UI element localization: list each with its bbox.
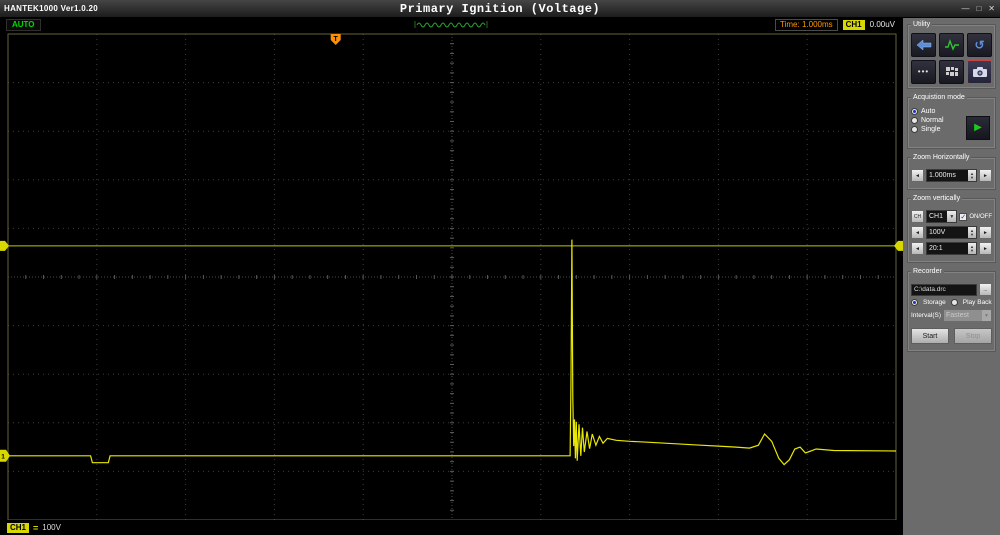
timebase-value: 1.000ms bbox=[929, 172, 956, 179]
acquisition-label: Acquistion mode bbox=[911, 93, 967, 102]
radio-auto-label: Auto bbox=[921, 108, 935, 115]
timebase-spinner[interactable]: ▲▼ bbox=[968, 170, 976, 181]
rotate-icon: ↺ bbox=[974, 39, 984, 51]
scope-column: AUTO Time: 1.000ms CH1 0.00uV bbox=[0, 18, 903, 535]
record-path-input[interactable]: C:\data.drc bbox=[911, 284, 977, 296]
probe-decrease-button[interactable]: ◄ bbox=[911, 242, 924, 255]
volts-increase-button[interactable]: ► bbox=[979, 226, 992, 239]
radio-storage-label: Storage bbox=[923, 299, 946, 306]
ch1-badge[interactable]: CH1 bbox=[7, 523, 29, 533]
channel-arrow-label: 1 bbox=[1, 453, 5, 460]
radio-auto[interactable] bbox=[911, 108, 918, 115]
more-button[interactable]: ••• bbox=[911, 60, 936, 84]
zoom-vertical-label: Zoom vertically bbox=[911, 194, 962, 203]
volts-select[interactable]: 100V ▲▼ bbox=[926, 226, 977, 239]
camera-icon bbox=[972, 66, 988, 78]
stop-button: Stop bbox=[954, 328, 992, 344]
probe-increase-button[interactable]: ► bbox=[979, 242, 992, 255]
zoom-vertical-group: Zoom vertically CH CH1 ▼ ✓ ON/OFF ◄ 100V… bbox=[907, 198, 996, 263]
channel-button-label: CH bbox=[914, 214, 921, 220]
app-title: HANTEK1000 Ver1.0.20 bbox=[4, 4, 98, 13]
spin-down-icon: ▼ bbox=[970, 249, 974, 253]
interval-select: Fastest ▼ bbox=[943, 309, 992, 322]
ch1-scale-readout: 100V bbox=[42, 523, 61, 532]
spin-down-icon: ▼ bbox=[970, 233, 974, 237]
play-icon: ▶ bbox=[974, 123, 982, 133]
voltage-readout: 0.00uV bbox=[870, 20, 895, 29]
scope-display[interactable]: T 1 bbox=[0, 31, 903, 520]
left-arrow-icon: ◄ bbox=[915, 230, 920, 236]
zoom-horizontal-group: Zoom Horizontally ◄ 1.000ms ▲▼ ► bbox=[907, 157, 996, 190]
volts-value: 100V bbox=[929, 229, 945, 236]
interval-label: Interval(S) bbox=[911, 312, 941, 319]
onoff-label: ON/OFF bbox=[969, 214, 992, 220]
waveform-button[interactable] bbox=[939, 33, 964, 57]
dropdown-icon: ▼ bbox=[947, 211, 956, 222]
grid-view-button[interactable] bbox=[939, 60, 964, 84]
radio-playback-label: Play Back bbox=[963, 299, 992, 306]
start-button[interactable]: Start bbox=[911, 328, 949, 344]
left-arrow-icon: ◄ bbox=[915, 246, 920, 252]
radio-normal-label: Normal bbox=[921, 117, 944, 124]
radio-single-label: Single bbox=[921, 126, 940, 133]
acquisition-option-auto[interactable]: Auto bbox=[911, 108, 992, 115]
recorder-group: Recorder C:\data.drc ... Storage Play Ba… bbox=[907, 271, 996, 352]
status-bar: AUTO Time: 1.000ms CH1 0.00uV bbox=[0, 18, 903, 31]
channel-select[interactable]: CH1 ▼ bbox=[926, 210, 957, 223]
radio-normal[interactable] bbox=[911, 117, 918, 124]
minimize-icon[interactable]: — bbox=[961, 5, 969, 13]
radio-storage[interactable] bbox=[911, 299, 918, 306]
maximize-icon[interactable]: □ bbox=[976, 5, 981, 13]
right-arrow-icon: ► bbox=[983, 230, 988, 236]
window-title: Primary Ignition (Voltage) bbox=[400, 2, 600, 16]
title-bar: HANTEK1000 Ver1.0.20 Primary Ignition (V… bbox=[0, 0, 1000, 18]
scope-canvas[interactable]: T 1 bbox=[0, 31, 903, 520]
window-controls: — □ ✕ bbox=[961, 0, 995, 18]
probe-ratio-value: 20:1 bbox=[929, 245, 943, 252]
probe-ratio-select[interactable]: 20:1 ▲▼ bbox=[926, 242, 977, 255]
utility-label: Utility bbox=[911, 20, 932, 29]
close-icon[interactable]: ✕ bbox=[988, 5, 995, 13]
dropdown-icon: ▼ bbox=[982, 310, 991, 321]
radio-playback[interactable] bbox=[951, 299, 958, 306]
right-arrow-icon: ► bbox=[983, 246, 988, 252]
timebase-increase-button[interactable]: ► bbox=[979, 169, 992, 182]
browse-button[interactable]: ... bbox=[979, 283, 992, 296]
back-arrow-icon bbox=[916, 39, 932, 51]
left-arrow-icon: ◄ bbox=[915, 173, 920, 179]
probe-spinner[interactable]: ▲▼ bbox=[968, 243, 976, 254]
volts-decrease-button[interactable]: ◄ bbox=[911, 226, 924, 239]
run-button[interactable]: ▶ bbox=[966, 116, 990, 140]
ellipsis-icon: ••• bbox=[918, 68, 929, 76]
right-arrow-icon: ► bbox=[983, 173, 988, 179]
acquisition-group: Acquistion mode Auto Normal Single ▶ bbox=[907, 97, 996, 149]
pulse-icon bbox=[944, 39, 960, 51]
interval-value: Fastest bbox=[946, 312, 969, 319]
time-base-readout: Time: 1.000ms bbox=[775, 19, 838, 31]
zoom-horizontal-label: Zoom Horizontally bbox=[911, 153, 971, 162]
channel-badge: CH1 bbox=[843, 20, 865, 30]
screenshot-button[interactable] bbox=[967, 60, 992, 84]
coupling-symbol: = bbox=[33, 523, 38, 533]
timebase-select[interactable]: 1.000ms ▲▼ bbox=[926, 169, 977, 182]
ch1-onoff-checkbox[interactable]: ✓ bbox=[959, 213, 967, 221]
radio-single[interactable] bbox=[911, 126, 918, 133]
recorder-label: Recorder bbox=[911, 267, 944, 276]
volts-spinner[interactable]: ▲▼ bbox=[968, 227, 976, 238]
acquisition-preview-icon bbox=[412, 19, 492, 30]
channel-select-value: CH1 bbox=[929, 213, 943, 220]
trigger-flag-label: T bbox=[334, 36, 339, 43]
grid-icon bbox=[945, 66, 959, 78]
utility-group: Utility ↺ ••• bbox=[907, 24, 996, 89]
trigger-status-badge: AUTO bbox=[6, 19, 41, 31]
control-panel: Utility ↺ ••• bbox=[903, 18, 1000, 535]
back-button[interactable] bbox=[911, 33, 936, 57]
bottom-bar: CH1 = 100V bbox=[0, 520, 903, 535]
spin-down-icon: ▼ bbox=[970, 176, 974, 180]
channel-button[interactable]: CH bbox=[911, 210, 924, 223]
refresh-button[interactable]: ↺ bbox=[967, 33, 992, 57]
timebase-decrease-button[interactable]: ◄ bbox=[911, 169, 924, 182]
